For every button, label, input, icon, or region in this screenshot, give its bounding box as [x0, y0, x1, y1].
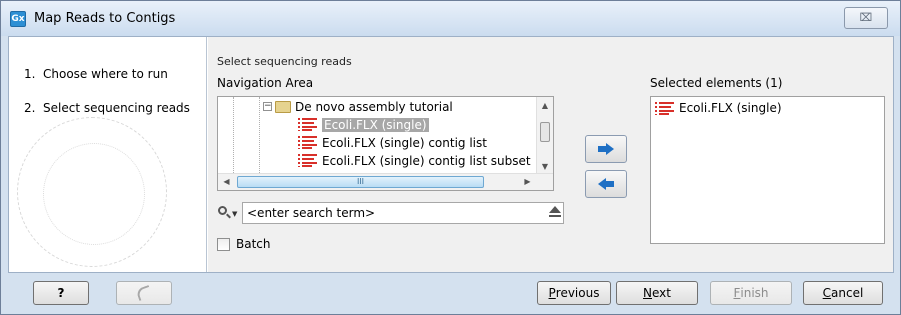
- scroll-thumb[interactable]: [540, 122, 550, 142]
- tree-item-label: Ecoli.FLX (single) contig list subset: [322, 153, 531, 168]
- scroll-right-icon[interactable]: ▶: [519, 174, 536, 190]
- tree-folder-row[interactable]: − De novo assembly tutorial: [263, 98, 453, 115]
- sequence-list-icon: [298, 154, 318, 167]
- dialog-window: Gx Map Reads to Contigs ⌧ 1. Choose where…: [0, 0, 901, 315]
- clear-search-icon[interactable]: [548, 205, 562, 221]
- dialog-body: 1. Choose where to run 2. Select sequencin…: [8, 36, 894, 273]
- scroll-up-icon[interactable]: ▲: [537, 97, 553, 114]
- folder-icon: [275, 100, 291, 113]
- mnemonic-letter: C: [822, 286, 832, 300]
- arrow-left-icon: [596, 178, 616, 190]
- step-label: Select sequencing reads: [43, 101, 190, 115]
- arrow-right-icon: [596, 143, 616, 155]
- step-number: 1.: [24, 67, 36, 81]
- search-input[interactable]: [242, 202, 564, 224]
- wizard-steps-panel: 1. Choose where to run 2. Select sequencin…: [9, 37, 207, 272]
- selected-elements-list[interactable]: Ecoli.FLX (single): [650, 96, 885, 244]
- section-title: Select sequencing reads: [217, 55, 352, 68]
- selected-item-label: Ecoli.FLX (single): [679, 101, 782, 115]
- window-title: Map Reads to Contigs: [34, 11, 176, 26]
- tree-item-selected[interactable]: Ecoli.FLX (single): [298, 116, 429, 133]
- add-to-selected-button[interactable]: [585, 135, 627, 163]
- sequence-list-icon: [298, 118, 318, 131]
- finish-button[interactable]: Finish: [710, 281, 792, 305]
- horizontal-scrollbar[interactable]: ◀ III ▶: [218, 173, 553, 190]
- gx-app-icon: Gx: [10, 11, 26, 27]
- sequence-list-icon: [298, 136, 318, 149]
- selected-elements-label: Selected elements (1): [650, 76, 783, 90]
- scroll-left-icon[interactable]: ◀: [218, 174, 235, 190]
- remove-from-selected-button[interactable]: [585, 170, 627, 198]
- search-icon[interactable]: ▼: [217, 205, 239, 221]
- undo-icon: [135, 284, 153, 302]
- step-label: Choose where to run: [43, 67, 168, 81]
- selected-item[interactable]: Ecoli.FLX (single): [655, 101, 782, 115]
- button-label: revious: [555, 286, 600, 300]
- vertical-scrollbar[interactable]: ▲ ▼: [536, 97, 553, 175]
- button-label: inish: [740, 286, 769, 300]
- reset-button[interactable]: [116, 281, 172, 305]
- next-button[interactable]: Next: [616, 281, 698, 305]
- step-number: 2.: [24, 101, 36, 115]
- mnemonic-letter: P: [548, 286, 556, 300]
- button-bar: ? Previous Next Finish Cancel: [1, 273, 900, 314]
- batch-checkbox[interactable]: [217, 237, 230, 251]
- search-bar: ▼: [217, 202, 564, 224]
- folder-label: De novo assembly tutorial: [295, 99, 453, 114]
- mnemonic-letter: F: [733, 286, 741, 300]
- tree-item-label: Ecoli.FLX (single): [322, 117, 429, 132]
- sequence-list-icon: [655, 101, 675, 115]
- scroll-thumb-horizontal[interactable]: III: [237, 176, 484, 188]
- batch-label: Batch: [236, 237, 271, 251]
- navigation-area-label: Navigation Area: [217, 76, 314, 90]
- cancel-button[interactable]: Cancel: [803, 281, 883, 305]
- navigation-tree[interactable]: − De novo assembly tutorial Ecoli.FLX (s…: [217, 96, 554, 191]
- tree-item-label: Ecoli.FLX (single) contig list: [322, 135, 487, 150]
- tree-item[interactable]: Ecoli.FLX (single) contig list: [298, 134, 487, 151]
- title-bar: Gx Map Reads to Contigs ⌧: [1, 1, 900, 36]
- watermark-seal: [17, 117, 167, 267]
- previous-button[interactable]: Previous: [537, 281, 611, 305]
- help-button[interactable]: ?: [33, 281, 89, 305]
- button-label: ancel: [831, 286, 864, 300]
- batch-option[interactable]: Batch: [217, 237, 271, 251]
- collapse-toggle-icon[interactable]: −: [263, 102, 272, 111]
- button-label: ext: [652, 286, 671, 300]
- tree-item[interactable]: Ecoli.FLX (single) contig list subset: [298, 152, 531, 169]
- mnemonic-letter: N: [643, 286, 652, 300]
- close-button[interactable]: ⌧: [844, 7, 888, 29]
- step-content: Select sequencing reads Navigation Area …: [208, 37, 893, 272]
- step-choose-where-to-run: 1. Choose where to run: [24, 67, 190, 101]
